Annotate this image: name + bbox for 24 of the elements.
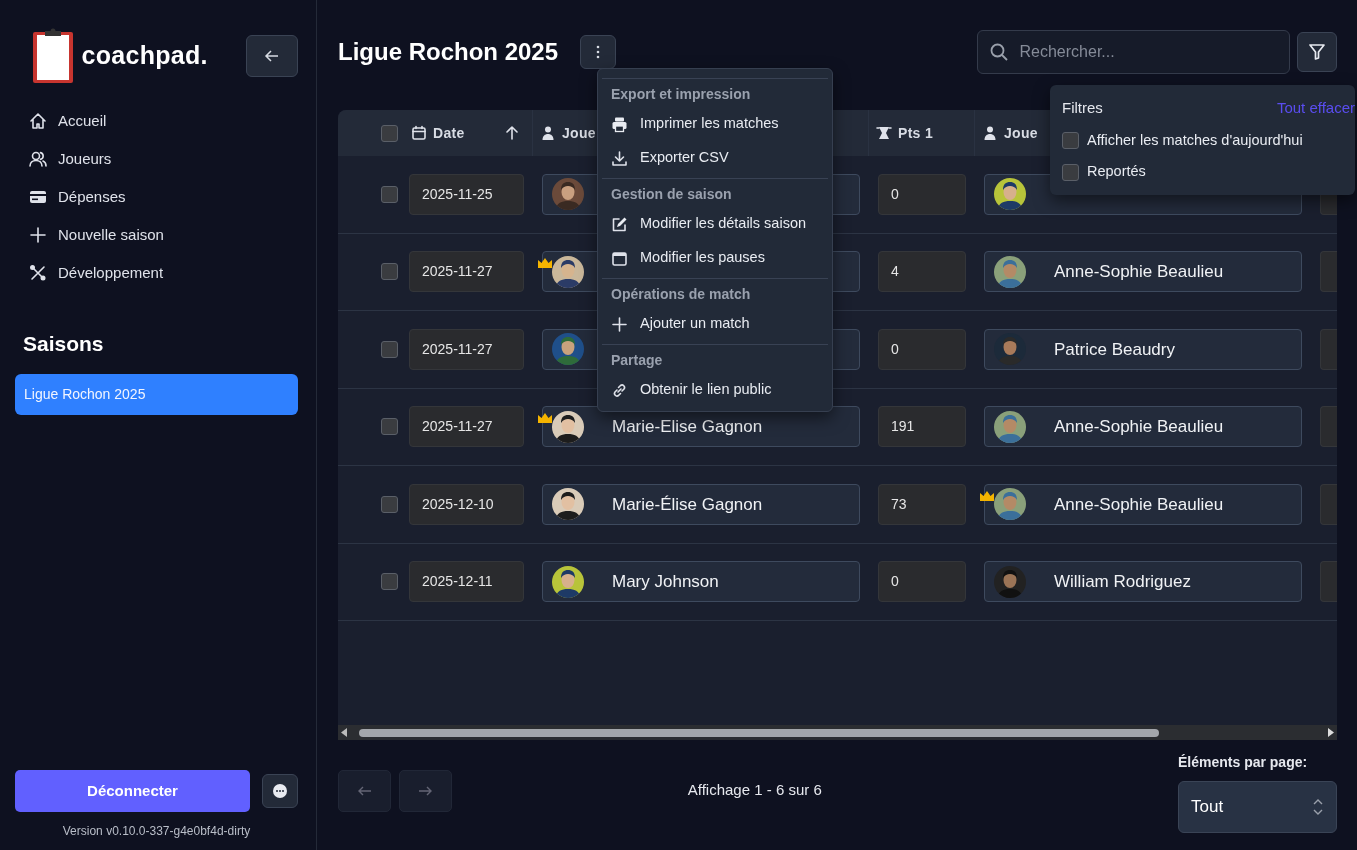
version-text: Version v0.10.0-337-g4e0bf4d-dirty: [61, 823, 252, 840]
filter-title: Filtres: [1062, 98, 1103, 118]
player-name: Marie-Élise Gagnon: [612, 493, 763, 516]
nav-label: Dépenses: [58, 186, 126, 207]
menu-section-heading: Gestion de saison: [610, 184, 733, 204]
player-name: Marie-Elise Gagnon: [612, 416, 763, 438]
player-name: Mary Johnson: [612, 571, 719, 593]
page-title: Ligue Rochon 2025: [338, 37, 559, 67]
pagination-info: Affichage 1 - 6 sur 6: [686, 779, 823, 800]
player-name: Anne-Sophie Beaulieu: [1054, 416, 1224, 438]
player-name: Patrice Beaudry: [1054, 338, 1175, 361]
menu-section-heading: Partage: [610, 350, 664, 370]
nav-label: Joueurs: [58, 148, 112, 169]
player-name: Anne-Sophie Beaulieu: [1054, 261, 1224, 283]
menu-section-heading: Opérations de match: [610, 284, 752, 304]
nav-label: Nouvelle saison: [58, 224, 164, 245]
per-page-label: Éléments par page:: [1178, 753, 1309, 772]
player-name: William Rodriguez: [1054, 571, 1191, 593]
player-name: Anne-Sophie Beaulieu: [1054, 493, 1224, 516]
app-logo: coachpad.: [81, 40, 208, 72]
nav-label: Accueil: [58, 110, 107, 131]
menu-section-heading: Export et impression: [610, 84, 752, 104]
section-heading: Saisons: [23, 331, 105, 357]
nav-label: Développement: [58, 262, 164, 283]
